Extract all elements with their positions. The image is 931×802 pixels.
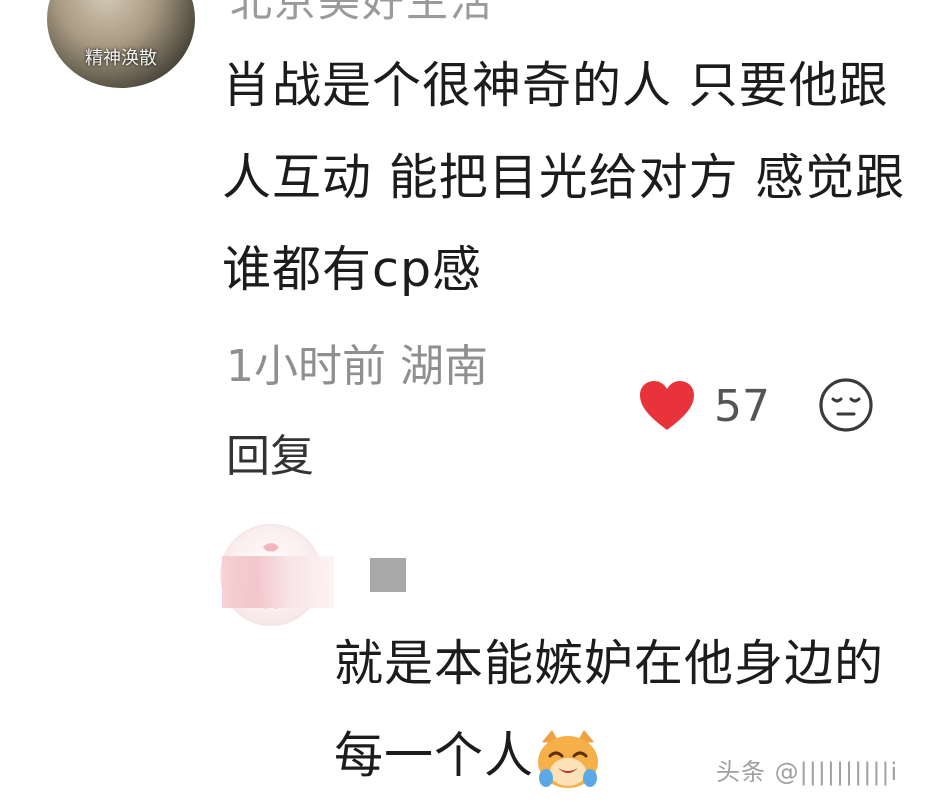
avatar-caption: 精神涣散: [85, 48, 157, 69]
dislike-face-icon[interactable]: [818, 377, 874, 433]
comment-meta: 1小时前 湖南: [226, 341, 488, 392]
heart-icon: [640, 381, 694, 430]
blurred-username: [222, 556, 334, 608]
like-button[interactable]: 57: [638, 376, 770, 436]
reply-button[interactable]: 回复: [226, 420, 314, 484]
watermark: 头条 @||||||||||i: [716, 758, 899, 786]
username[interactable]: 北京美好生活: [230, 0, 494, 29]
like-count: 57: [714, 380, 770, 432]
comment-text: 肖战是个很神奇的人 只要他跟人互动 能把目光给对方 感觉跟谁都有cp感: [222, 57, 906, 298]
redaction-block: [370, 558, 406, 592]
crying-cat-emoji: [538, 729, 599, 788]
avatar[interactable]: 精神涣散: [47, 0, 195, 88]
